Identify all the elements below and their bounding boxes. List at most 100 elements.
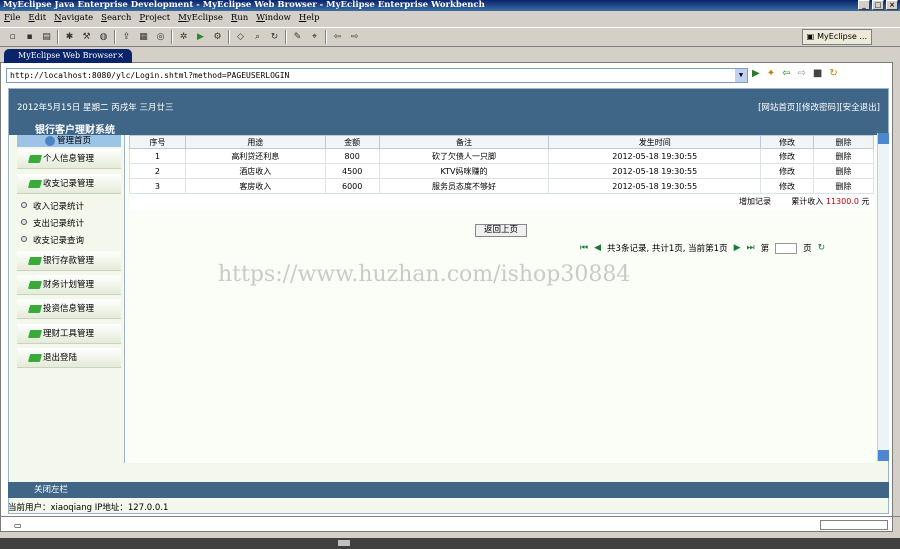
last-page-icon[interactable]: ⏭ — [747, 243, 755, 253]
sidebar-item-label: 理财工具管理 — [43, 329, 95, 339]
resize-handle[interactable] — [338, 540, 350, 546]
server-icon[interactable]: ▦ — [137, 31, 150, 43]
external-tools-icon[interactable]: ⚙ — [211, 31, 224, 43]
build-icon[interactable]: ⚒ — [80, 31, 93, 43]
add-record-link[interactable]: 增加记录 — [739, 197, 771, 206]
menu-help[interactable]: Help — [299, 12, 320, 25]
sidebar-item-deposit[interactable]: 银行存款管理 — [17, 251, 121, 271]
folder-icon — [27, 305, 43, 313]
deploy-icon[interactable]: ⇪ — [120, 31, 133, 43]
folder-icon — [27, 281, 43, 289]
refresh-icon[interactable]: ↻ — [268, 31, 281, 43]
run-icon[interactable]: ▶ — [194, 31, 207, 43]
page-number-input[interactable] — [775, 242, 798, 254]
go-icon[interactable]: ▶ — [752, 68, 760, 79]
workbench-statusbar: ▭ — [0, 516, 900, 534]
tab-web-browser[interactable]: MyEclipse Web Browser × — [4, 49, 132, 63]
back-icon[interactable]: ⇦ — [782, 68, 790, 79]
go-page-icon[interactable]: ↻ — [818, 243, 826, 253]
sidebar-home[interactable]: 管理首页 — [17, 135, 121, 147]
sidebar-item-finance-tools[interactable]: 理财工具管理 — [17, 324, 121, 344]
page-scrollbar[interactable] — [877, 133, 889, 461]
prev-page-icon[interactable]: ◀ — [594, 243, 601, 253]
menu-file[interactable]: File — [4, 12, 20, 25]
sidebar-item-finance-plan[interactable]: 财务计划管理 — [17, 275, 121, 295]
sidebar-sub-record-query[interactable]: 收支记录查询 — [21, 234, 84, 246]
open-type-icon[interactable]: ◇ — [234, 31, 247, 43]
col-header: 删除 — [813, 135, 874, 149]
first-page-icon[interactable]: ⏮ — [580, 243, 588, 253]
sidebar-item-label: 个人信息管理 — [43, 154, 95, 164]
url-text: http://localhost:8080/ylc/Login.shtml?me… — [10, 71, 290, 80]
edit-link[interactable]: 修改 — [760, 148, 815, 164]
forward-nav-icon[interactable]: ⇨ — [348, 31, 361, 43]
sidebar-sub-label: 收入记录统计 — [33, 202, 85, 212]
search-icon[interactable]: ⌕ — [251, 31, 264, 43]
sidebar-sub-expense-stats[interactable]: 支出记录统计 — [21, 217, 84, 229]
system-title: 银行客户理财系统 — [35, 125, 115, 136]
stop-icon[interactable]: ■ — [813, 68, 822, 79]
cell-index: 3 — [129, 178, 186, 194]
home-icon — [45, 136, 55, 146]
menu-search[interactable]: Search — [101, 12, 131, 25]
bug-icon[interactable]: ✲ — [177, 31, 190, 43]
edit-icon[interactable]: ✎ — [291, 31, 304, 43]
sidebar-item-investment[interactable]: 投资信息管理 — [17, 299, 121, 319]
forward-icon[interactable]: ⇨ — [797, 68, 805, 79]
menu-myeclipse[interactable]: MyEclipse — [178, 12, 223, 25]
debug-icon[interactable]: ✱ — [63, 31, 76, 43]
url-dropdown-icon[interactable]: ▼ — [735, 69, 747, 82]
sidebar-item-logout[interactable]: 退出登陆 — [17, 348, 121, 368]
menu-edit[interactable]: Edit — [28, 12, 46, 25]
header-links[interactable]: [网站首页][修改密码][安全退出] — [758, 101, 880, 113]
menu-run[interactable]: Run — [231, 12, 248, 25]
sidebar-item-label: 退出登陆 — [43, 353, 78, 363]
sidebar-sub-income-stats[interactable]: 收入记录统计 — [21, 200, 84, 212]
folder-icon — [27, 180, 43, 188]
print-icon[interactable]: ▤ — [40, 31, 53, 43]
database-icon[interactable]: ◎ — [154, 31, 167, 43]
delete-link[interactable]: 删除 — [813, 148, 874, 164]
scroll-up-icon[interactable] — [878, 133, 889, 144]
user-status: 当前用户：xiaoqiang IP地址：127.0.0.1 — [8, 503, 169, 513]
close-left-panel-link[interactable]: 关闭左栏 — [34, 485, 68, 495]
globe-icon[interactable]: ◍ — [97, 31, 110, 43]
delete-link[interactable]: 删除 — [813, 163, 874, 179]
records-table: 序号 用途 金额 备注 发生时间 修改 删除 1 高利贷还利息 800 砍了欠债… — [129, 135, 874, 210]
cell-time: 2012-05-18 19:30:55 — [548, 163, 762, 179]
delete-link[interactable]: 删除 — [813, 178, 874, 194]
menu-window[interactable]: Window — [256, 12, 291, 25]
sidebar-item-income-expense[interactable]: 收支记录管理 — [17, 174, 121, 194]
next-page-icon[interactable]: ▶ — [734, 243, 741, 253]
close-button[interactable]: × — [886, 0, 898, 10]
bullet-icon — [21, 236, 27, 242]
sidebar-item-personal-info[interactable]: 个人信息管理 — [17, 149, 121, 169]
back-button[interactable]: 返回上页 — [475, 224, 527, 237]
table-row: 1 高利贷还利息 800 砍了欠债人一只脚 2012-05-18 19:30:5… — [129, 148, 874, 164]
window-title: MyEclipse Java Enterprise Development - … — [3, 0, 485, 10]
menu-project[interactable]: Project — [139, 12, 170, 25]
sidebar-sub-label: 支出记录统计 — [33, 219, 85, 229]
url-input[interactable]: http://localhost:8080/ylc/Login.shtml?me… — [6, 68, 748, 83]
fast-view-icon[interactable]: ▭ — [14, 521, 22, 530]
back-nav-icon[interactable]: ⇦ — [331, 31, 344, 43]
minimize-button[interactable]: _ — [858, 0, 870, 10]
folder-icon — [27, 257, 43, 265]
edit-link[interactable]: 修改 — [760, 163, 815, 179]
toolbar-separator — [285, 30, 287, 44]
edit-link[interactable]: 修改 — [760, 178, 815, 194]
pager: ⏮ ◀ 共3条记录, 共计1页, 当前第1页 ▶ ⏭ 第 页 ↻ — [580, 242, 825, 254]
reload-icon[interactable]: ↻ — [829, 68, 837, 79]
cell-index: 2 — [129, 163, 186, 179]
favorites-icon[interactable]: ✦ — [767, 68, 775, 79]
save-icon[interactable]: ▪ — [23, 31, 36, 43]
tab-close-icon[interactable]: × — [117, 49, 124, 63]
header-date: 2012年5月15日 星期二 丙戌年 三月廿三 — [17, 103, 174, 113]
scroll-down-icon[interactable] — [878, 450, 889, 461]
new-icon[interactable]: ▫ — [6, 31, 19, 43]
maximize-button[interactable]: □ — [872, 0, 884, 10]
perspective-switcher[interactable]: ▣ MyEclipse ... — [801, 29, 872, 45]
menu-navigate[interactable]: Navigate — [54, 12, 93, 25]
pin-icon[interactable]: ⌖ — [308, 31, 321, 43]
progress-bar — [820, 520, 888, 530]
